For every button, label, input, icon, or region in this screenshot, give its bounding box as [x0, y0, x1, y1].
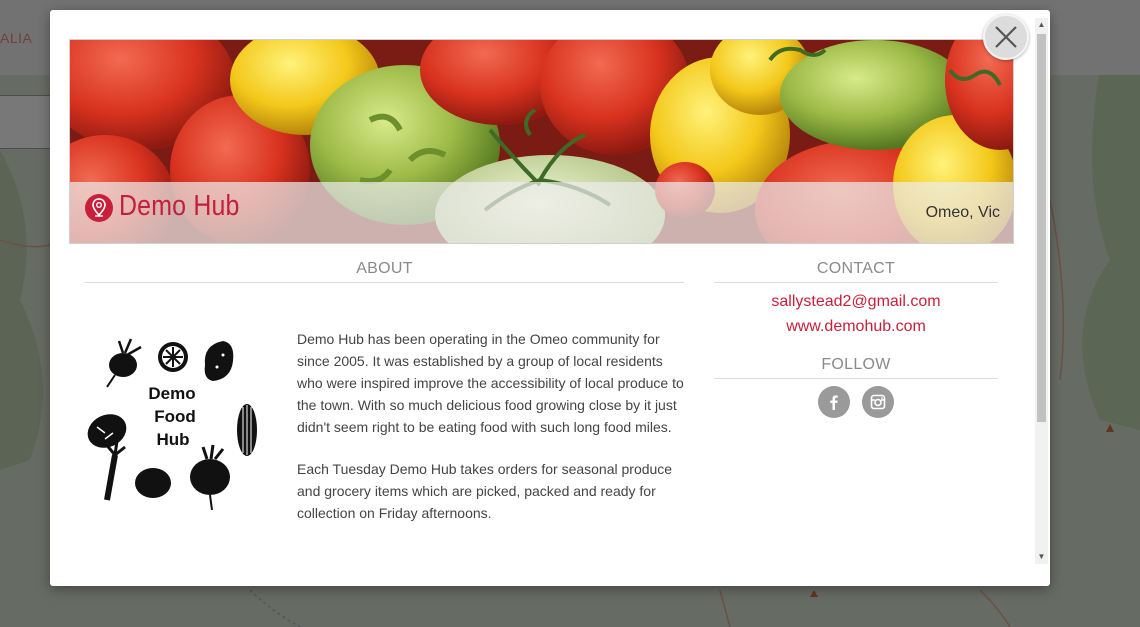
map-pin-icon — [85, 194, 113, 222]
hub-banner: Demo Hub Omeo, Vic — [69, 39, 1014, 244]
hub-modal: Demo Hub Omeo, Vic ABOUT Demo Food Hub D… — [50, 10, 1050, 586]
close-button[interactable] — [983, 14, 1029, 60]
contact-heading: CONTACT — [714, 260, 998, 283]
instagram-icon[interactable] — [862, 386, 894, 418]
about-heading: ABOUT — [85, 260, 684, 283]
banner-title-bar: Demo Hub Omeo, Vic — [70, 182, 1013, 243]
scroll-thumb[interactable] — [1037, 34, 1046, 422]
close-icon — [995, 26, 1017, 48]
follow-heading: FOLLOW — [714, 356, 998, 379]
modal-content: Demo Hub Omeo, Vic ABOUT Demo Food Hub D… — [50, 10, 1035, 556]
contact-email-link[interactable]: sallystead2@gmail.com — [714, 293, 998, 311]
contact-website-link[interactable]: www.demohub.com — [714, 318, 998, 336]
scroll-up-arrow-icon[interactable]: ▲ — [1035, 18, 1048, 32]
hub-location: Omeo, Vic — [925, 204, 1000, 221]
about-description: Demo Hub has been operating in the Omeo … — [85, 328, 685, 548]
facebook-icon[interactable] — [818, 386, 850, 418]
modal-scrollbar[interactable]: ▲ ▼ — [1035, 18, 1048, 564]
hub-title: Demo Hub — [119, 190, 240, 222]
scroll-down-arrow-icon[interactable]: ▼ — [1035, 550, 1048, 564]
